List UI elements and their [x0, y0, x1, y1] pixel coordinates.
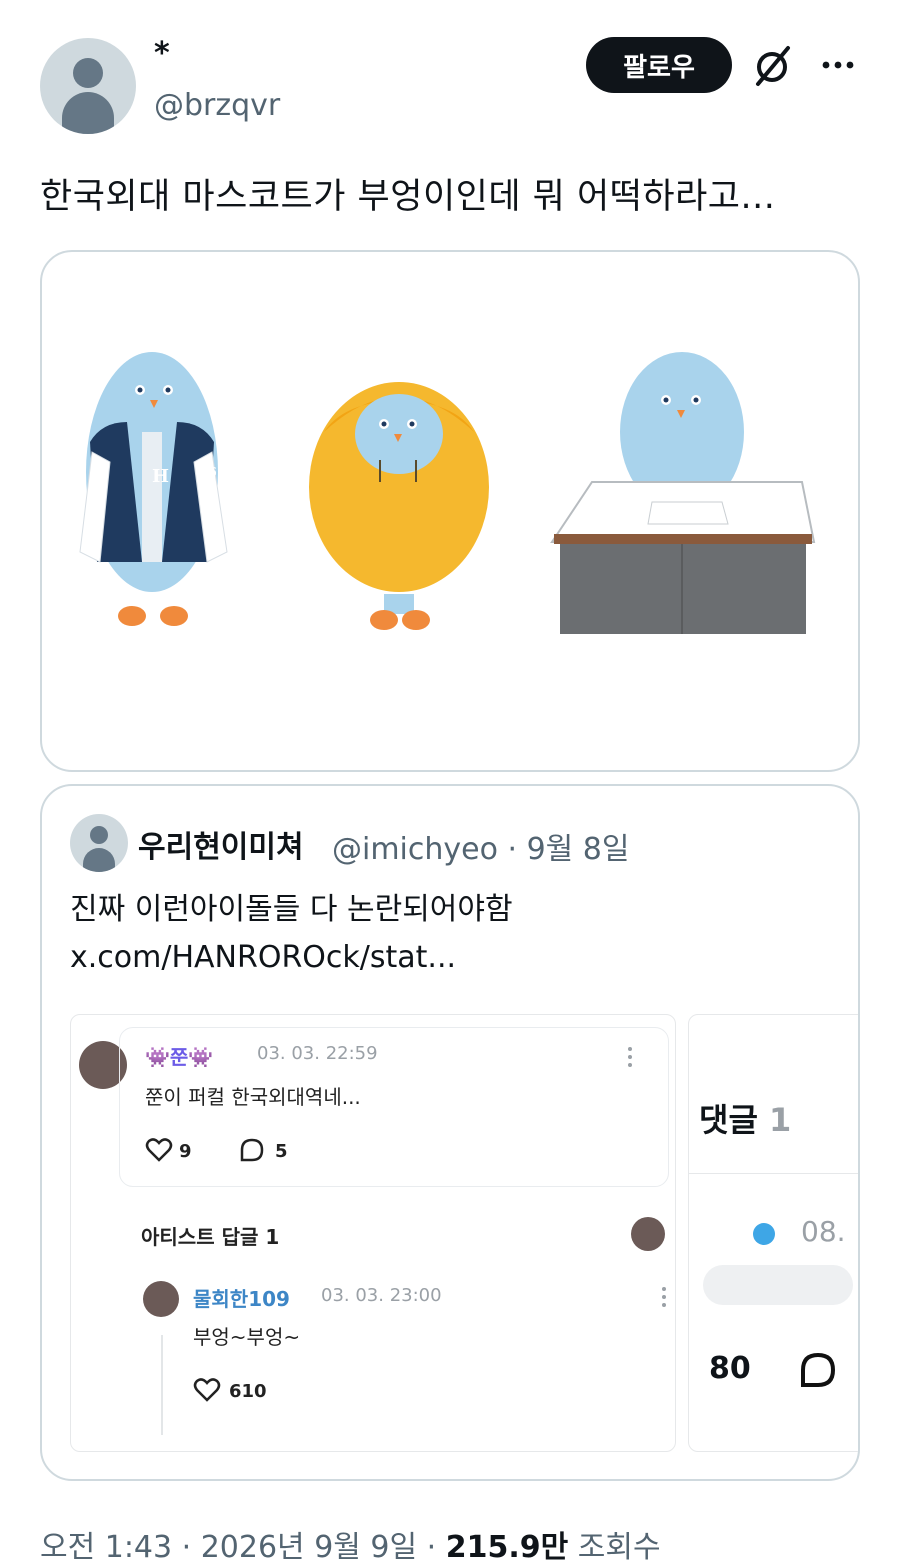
side-time: 08. — [801, 1215, 846, 1248]
grok-icon[interactable] — [748, 42, 796, 90]
comment-text: 쭌이 퍼컬 한국외대역네... — [145, 1085, 361, 1109]
side-count: 1 — [769, 1101, 792, 1139]
owl-varsity-jacket: H 16 — [79, 352, 228, 626]
author-handle[interactable]: @brzqvr — [154, 88, 280, 123]
heart-icon[interactable] — [145, 1137, 173, 1163]
reply-time: 03. 03. 23:00 — [321, 1285, 442, 1306]
quote-author-name[interactable]: 우리현이미쳐 — [138, 822, 304, 866]
reply-likes: 610 — [229, 1381, 267, 1402]
reply-bubble-icon[interactable] — [239, 1137, 265, 1163]
divider — [689, 1173, 858, 1174]
view-count: 215.9만 — [445, 1530, 569, 1564]
tweet-timestamp[interactable]: 오전 1:43 · 2026년 9월 9일 · — [40, 1530, 446, 1564]
comment-time: 03. 03. 22:59 — [257, 1043, 378, 1064]
redacted-blur — [703, 1265, 853, 1305]
owl-yellow-hoodie — [309, 382, 489, 630]
owl-at-desk — [550, 352, 816, 634]
follow-button[interactable]: 팔로우 — [586, 37, 732, 93]
verified-badge-icon — [753, 1223, 775, 1245]
quote-screenshot-side[interactable]: 댓글 1 08. 80 — [688, 1014, 858, 1452]
tweet-header: * @brzqvr 팔로우 — [0, 0, 900, 150]
quote-author-avatar[interactable] — [70, 814, 128, 872]
author-display-name[interactable]: * — [154, 36, 170, 71]
comment-user: 👾쭌👾 — [145, 1045, 214, 1069]
more-options-icon[interactable] — [818, 50, 858, 80]
reply-text: 부엉~부엉~ — [193, 1325, 301, 1349]
tweet-footer: 오전 1:43 · 2026년 9월 9일 · 215.9만 조회수 — [40, 1522, 661, 1564]
quote-text: 진짜 이런아이돌들 다 논란되어야함 x.com/HANROROck/stat.… — [70, 886, 513, 982]
reply-bubble-icon[interactable] — [799, 1351, 837, 1389]
reply-menu-icon[interactable] — [661, 1285, 667, 1309]
mascot-illustration: H 16 — [79, 352, 816, 634]
comment-likes: 9 — [179, 1141, 192, 1162]
tweet-text: 한국외대 마스코트가 부엉이인데 뭐 어떡하라고... — [40, 177, 776, 217]
quote-text-line: 진짜 이런아이돌들 다 논란되어야함 — [70, 892, 513, 927]
side-title-text: 댓글 — [699, 1101, 758, 1139]
svg-text:16: 16 — [200, 465, 217, 479]
reply-avatar — [143, 1281, 179, 1317]
tweet-media-image[interactable]: H 16 — [40, 250, 860, 772]
comment-menu-icon[interactable] — [627, 1045, 633, 1069]
side-title: 댓글 1 — [699, 1095, 791, 1141]
thread-line — [161, 1335, 163, 1435]
quote-link[interactable]: x.com/HANROROck/stat... — [70, 934, 513, 982]
author-avatar[interactable] — [40, 38, 136, 134]
quoted-tweet[interactable]: 우리현이미쳐 @imichyeo · 9월 8일 진짜 이런아이돌들 다 논란되… — [40, 784, 860, 1481]
heart-icon[interactable] — [193, 1377, 221, 1403]
views-label: 조회수 — [568, 1530, 661, 1564]
quote-screenshot-comments[interactable]: 👾쭌👾 03. 03. 22:59 쭌이 퍼컬 한국외대역네... 9 5 아티… — [70, 1014, 676, 1452]
svg-text:H: H — [152, 466, 169, 487]
quote-author-meta: @imichyeo · 9월 8일 — [332, 832, 630, 867]
reply-user: 물회한109 — [193, 1287, 290, 1311]
side-likes: 80 — [709, 1351, 751, 1386]
comment-replies: 5 — [275, 1141, 288, 1162]
artist-avatar — [631, 1217, 665, 1251]
artist-reply-label: 아티스트 답글 1 — [141, 1225, 280, 1249]
